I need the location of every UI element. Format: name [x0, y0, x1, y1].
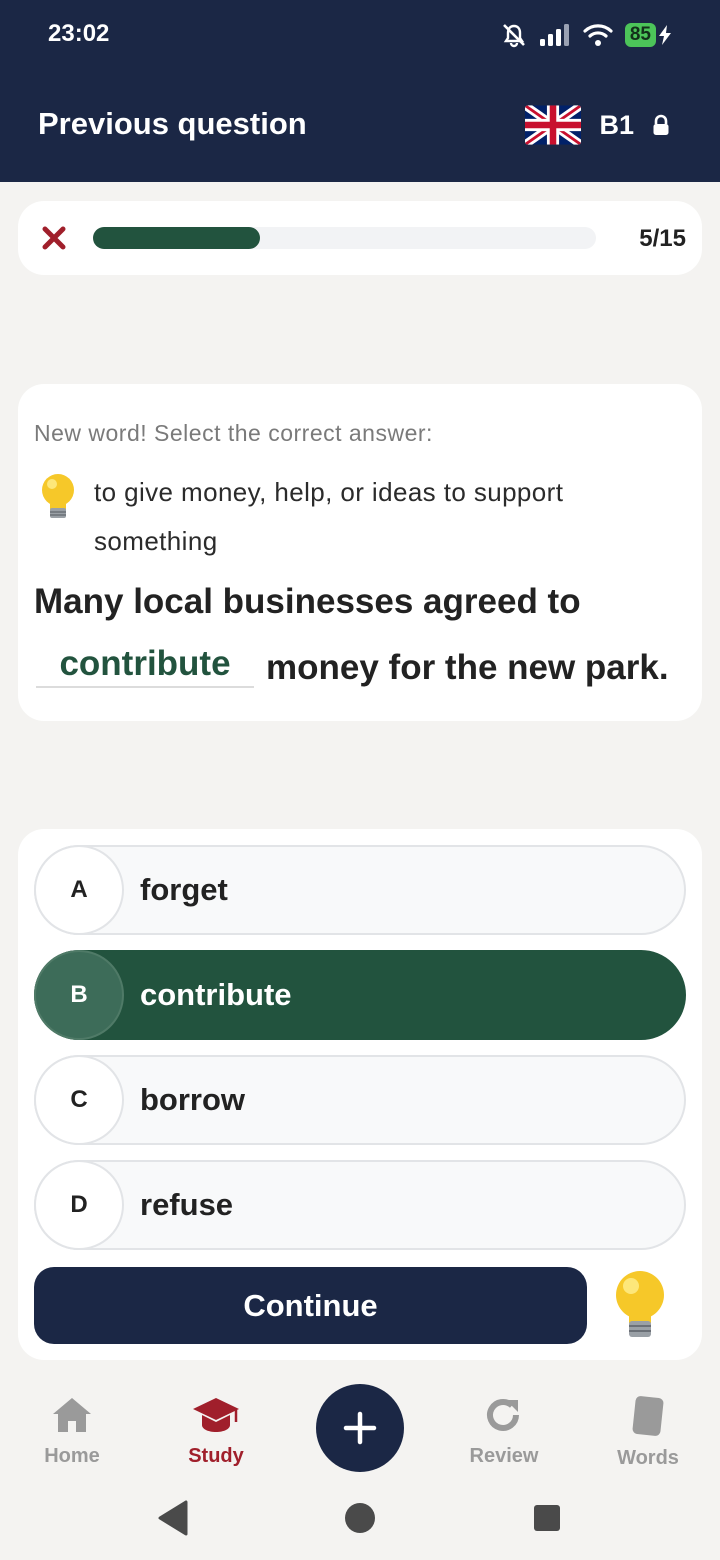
back-icon[interactable] [156, 1498, 190, 1538]
home-icon [53, 1398, 91, 1432]
nav-label: Home [44, 1445, 100, 1467]
nav-label: Study [188, 1445, 244, 1467]
nav-review[interactable]: Review [444, 1396, 564, 1468]
nav-label: Review [469, 1445, 539, 1467]
answer-blank: contribute [36, 640, 254, 688]
add-button[interactable] [316, 1384, 404, 1472]
wifi-icon [583, 24, 613, 46]
nav-words[interactable]: Words [588, 1396, 708, 1470]
close-icon[interactable] [40, 224, 68, 252]
lock-icon [653, 114, 669, 135]
charging-icon [659, 25, 671, 45]
app-header: 23:02 85 Previous question B1 [0, 0, 720, 182]
refresh-icon [487, 1399, 519, 1431]
continue-button[interactable]: Continue [34, 1267, 587, 1344]
language-level[interactable]: B1 [525, 104, 670, 146]
option-letter: D [34, 1160, 124, 1250]
graduation-cap-icon [193, 1398, 239, 1432]
option-a[interactable]: A forget [34, 845, 686, 935]
progress-fill [93, 227, 261, 249]
option-c[interactable]: C borrow [34, 1055, 686, 1145]
progress-count: 5/15 [639, 225, 686, 252]
nav-label: Words [617, 1447, 679, 1469]
recents-icon[interactable] [530, 1498, 564, 1538]
option-b[interactable]: B contribute [34, 950, 686, 1040]
nav-home[interactable]: Home [12, 1396, 132, 1468]
nav-study[interactable]: Study [156, 1396, 276, 1468]
level-label: B1 [599, 109, 634, 140]
lightbulb-icon [42, 474, 74, 518]
page-title: Previous question [38, 106, 307, 141]
status-icons: 85 [501, 22, 672, 48]
option-d[interactable]: D refuse [34, 1160, 686, 1250]
status-time: 23:02 [48, 20, 110, 47]
progress-bar [93, 227, 596, 249]
question-card: New word! Select the correct answer: to … [18, 384, 702, 721]
option-letter: B [34, 950, 124, 1040]
battery-level: 85 [624, 23, 656, 47]
signal-icon [539, 24, 569, 46]
uk-flag-icon [525, 105, 582, 145]
options-card: A forget B contribute C borrow D refuse … [18, 829, 702, 1360]
progress-card: 5/15 [18, 201, 702, 275]
option-text: borrow [140, 1082, 246, 1117]
option-letter: C [34, 1055, 124, 1145]
sentence-part-2: money for the new park. [266, 648, 669, 687]
mute-icon [502, 24, 525, 48]
option-letter: A [34, 845, 124, 935]
word-definition: to give money, help, or ideas to support… [94, 477, 564, 556]
home-circle-icon[interactable] [343, 1498, 377, 1538]
sentence-part-1: Many local businesses agreed to [34, 582, 581, 621]
option-text: refuse [140, 1187, 234, 1222]
option-text: forget [140, 872, 228, 907]
option-text: contribute [140, 977, 292, 1012]
hint-lightbulb-icon[interactable] [610, 1269, 670, 1341]
question-prompt: New word! Select the correct answer: [34, 420, 433, 446]
plus-icon [343, 1411, 377, 1445]
card-icon [632, 1396, 664, 1436]
